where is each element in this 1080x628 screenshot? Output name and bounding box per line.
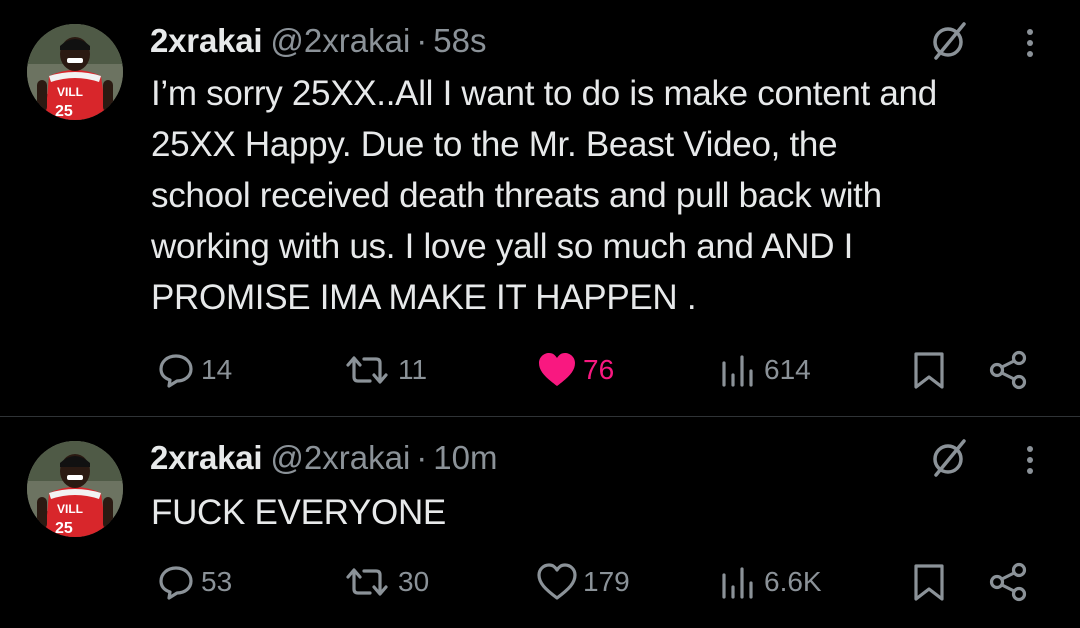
timestamp[interactable]: 10m bbox=[433, 439, 497, 476]
tweet-header: 2xrakai @2xrakai · 10m bbox=[150, 437, 497, 479]
tweet[interactable]: 2xrakai @2xrakai · 10m FUCK EVERYONE 53 30 bbox=[0, 417, 1080, 628]
user-handle[interactable]: @2xrakai bbox=[270, 22, 410, 59]
bookmark-button[interactable] bbox=[908, 557, 950, 607]
like-button[interactable]: 76 bbox=[535, 345, 614, 395]
heart-icon bbox=[537, 563, 577, 600]
like-button[interactable]: 179 bbox=[535, 557, 630, 607]
reply-count: 53 bbox=[201, 566, 233, 597]
share-button[interactable] bbox=[987, 345, 1031, 395]
bookmark-icon bbox=[914, 564, 944, 601]
repost-button[interactable]: 11 bbox=[340, 345, 427, 395]
bookmark-icon bbox=[914, 352, 944, 389]
repost-count: 11 bbox=[398, 354, 428, 385]
header-separator: · bbox=[416, 22, 428, 59]
like-count: 76 bbox=[583, 354, 615, 385]
repost-button[interactable]: 30 bbox=[340, 557, 429, 607]
repost-arrows-icon bbox=[346, 356, 388, 384]
grok-slash-circle-icon[interactable] bbox=[928, 20, 970, 62]
grok-slash-circle-icon[interactable] bbox=[928, 437, 970, 479]
bar-chart-icon bbox=[722, 567, 753, 599]
speech-bubble-icon bbox=[159, 566, 193, 600]
views-count: 6.6K bbox=[764, 566, 822, 597]
display-name[interactable]: 2xrakai bbox=[150, 439, 263, 476]
avatar[interactable] bbox=[27, 24, 123, 120]
views-button[interactable]: 614 bbox=[718, 345, 811, 395]
reply-count: 14 bbox=[201, 354, 233, 385]
tweet-text: FUCK EVERYONE bbox=[151, 493, 446, 532]
views-button[interactable]: 6.6K bbox=[718, 557, 822, 607]
speech-bubble-icon bbox=[159, 354, 193, 388]
user-handle[interactable]: @2xrakai bbox=[270, 439, 410, 476]
bar-chart-icon bbox=[722, 355, 753, 387]
repost-arrows-icon bbox=[346, 568, 388, 596]
vertical-ellipsis-icon[interactable] bbox=[1018, 22, 1042, 64]
timestamp[interactable]: 58s bbox=[433, 22, 486, 59]
bookmark-button[interactable] bbox=[908, 345, 950, 395]
display-name[interactable]: 2xrakai bbox=[150, 22, 263, 59]
share-icon bbox=[989, 350, 1027, 390]
action-bar: 14 11 76 614 bbox=[0, 345, 1080, 395]
header-separator: · bbox=[416, 439, 428, 476]
tweet[interactable]: 2xrakai @2xrakai · 58s I’m sorry 25XX..All … bbox=[0, 0, 1080, 416]
repost-count: 30 bbox=[398, 566, 430, 597]
tweet-text: I’m sorry 25XX..All I want to do is make… bbox=[151, 74, 937, 317]
reply-button[interactable]: 14 bbox=[155, 345, 232, 395]
tweet-header: 2xrakai @2xrakai · 58s bbox=[150, 20, 487, 62]
views-count: 614 bbox=[764, 354, 811, 385]
reply-button[interactable]: 53 bbox=[155, 557, 232, 607]
like-count: 179 bbox=[583, 566, 630, 597]
share-icon bbox=[989, 562, 1027, 602]
avatar[interactable] bbox=[27, 441, 123, 537]
action-bar: 53 30 179 6.6K bbox=[0, 557, 1080, 607]
vertical-ellipsis-icon[interactable] bbox=[1018, 439, 1042, 481]
heart-icon bbox=[539, 353, 575, 386]
share-button[interactable] bbox=[987, 557, 1031, 607]
